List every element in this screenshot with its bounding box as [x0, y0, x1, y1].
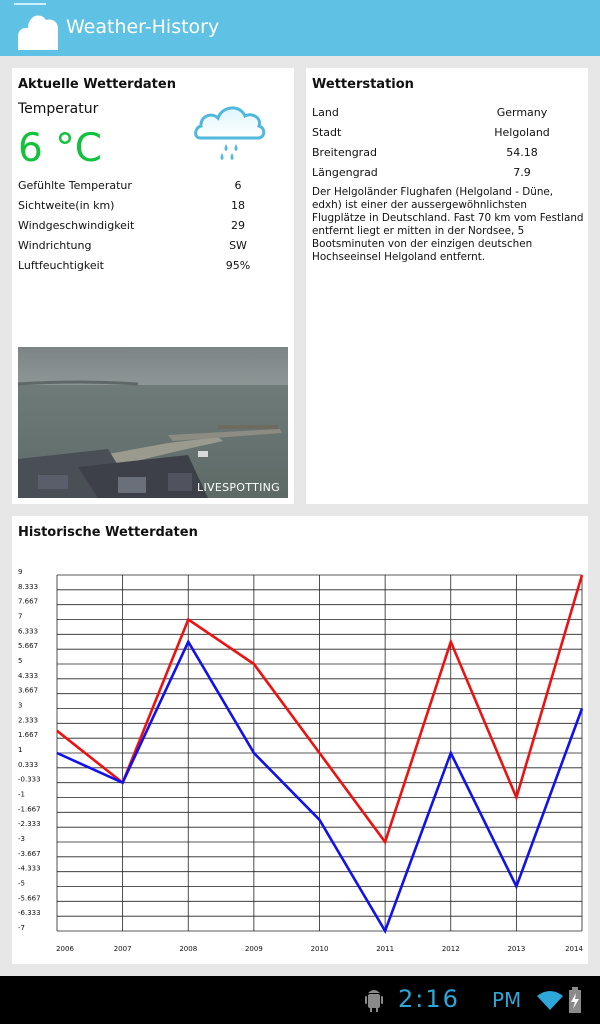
battery-charging-icon: [569, 987, 581, 1013]
y-tick-label: -5: [18, 880, 25, 888]
row-value: 95%: [225, 259, 251, 272]
row-label: Windrichtung: [18, 239, 92, 252]
y-tick-label: 7.667: [18, 598, 38, 606]
x-tick-label: 2010: [311, 945, 329, 953]
wifi-icon: [537, 991, 563, 1010]
row-label: Stadt: [312, 126, 342, 139]
row-label: Gefühlte Temperatur: [18, 179, 132, 192]
y-tick-label: -1: [18, 791, 25, 799]
y-tick-label: 1.667: [18, 731, 38, 739]
y-tick-label: -3: [18, 835, 25, 843]
row-label: Land: [312, 106, 339, 119]
x-tick-label: 2011: [376, 945, 394, 953]
row-value: 29: [231, 219, 245, 232]
weather-station-heading: Wetterstation: [312, 77, 414, 92]
y-tick-label: -4.333: [18, 865, 41, 873]
y-tick-label: -0.333: [18, 776, 41, 784]
row-longitude: Längengrad 7.9: [312, 166, 582, 186]
temperature-value: 6 °C: [18, 126, 102, 171]
x-tick-label: 2008: [179, 945, 197, 953]
y-tick-label: -5.667: [18, 894, 41, 902]
cloud-logo-icon[interactable]: [14, 14, 62, 52]
row-city: Stadt Helgoland: [312, 126, 582, 146]
temperature-label: Temperatur: [18, 101, 99, 117]
row-value: 54.18: [506, 146, 538, 159]
y-tick-label: 4.333: [18, 672, 38, 680]
y-tick-label: -2.333: [18, 820, 41, 828]
action-bar: Weather-History: [0, 0, 600, 56]
webcam-watermark: LIVESPOTTING: [197, 481, 280, 494]
row-label: Sichtweite(in km): [18, 199, 115, 212]
y-tick-label: -7: [18, 924, 25, 932]
current-weather-card: Aktuelle Wetterdaten Temperatur 6 °C Gef…: [12, 68, 294, 504]
cloud-rain-icon: [194, 106, 266, 160]
row-wind-direction: Windrichtung SW: [18, 239, 288, 259]
x-tick-label: 2007: [114, 945, 132, 953]
app-title: Weather-History: [66, 16, 220, 38]
x-tick-label: 2013: [507, 945, 525, 953]
row-value: Helgoland: [494, 126, 550, 139]
y-tick-label: -1.667: [18, 805, 41, 813]
y-tick-label: 8.333: [18, 583, 38, 591]
row-value: SW: [229, 239, 247, 252]
y-tick-label: 6.333: [18, 627, 38, 635]
webcam-image[interactable]: LIVESPOTTING: [18, 347, 288, 498]
x-tick-label: 2006: [56, 945, 74, 953]
y-tick-label: 5: [18, 657, 22, 665]
row-label: Windgeschwindigkeit: [18, 219, 135, 232]
row-humidity: Luftfeuchtigkeit 95%: [18, 259, 288, 279]
y-tick-label: 7: [18, 613, 22, 621]
row-wind-speed: Windgeschwindigkeit 29: [18, 219, 288, 239]
android-debug-icon: [365, 990, 383, 1012]
station-description: Der Helgoländer Flughafen (Helgoland - D…: [312, 186, 584, 263]
y-tick-label: 1: [18, 746, 22, 754]
row-value: 18: [231, 199, 245, 212]
history-line-chart: 9 8.333 7.667 7 6.333 5.667 5 4.333 3.667 3 2.333 1…: [18, 568, 583, 953]
row-value: 6: [234, 179, 242, 192]
row-value: Germany: [496, 106, 548, 119]
webcam-scene: [18, 347, 288, 498]
row-label: Breitengrad: [312, 146, 377, 159]
x-tick-label: 2012: [442, 945, 460, 953]
x-tick-label: 2009: [245, 945, 263, 953]
row-label: Längengrad: [312, 166, 378, 179]
history-card: Historische Wetterdaten 9 8.333 7.667 7 6.33…: [12, 516, 588, 964]
weather-station-card: Wetterstation Land Germany Stadt Helgola…: [306, 68, 588, 504]
row-latitude: Breitengrad 54.18: [312, 146, 582, 166]
row-felt-temperature: Gefühlte Temperatur 6: [18, 179, 288, 199]
y-tick-label: 3: [18, 702, 22, 710]
y-tick-label: -6.333: [18, 909, 41, 917]
y-tick-label: 9: [18, 568, 22, 576]
history-heading: Historische Wetterdaten: [18, 525, 198, 540]
x-tick-label: 2014: [565, 945, 583, 953]
row-country: Land Germany: [312, 106, 582, 126]
y-tick-label: 2.333: [18, 716, 38, 724]
actionbar-highlight: [14, 3, 46, 5]
y-tick-label: 0.333: [18, 761, 38, 769]
row-visibility: Sichtweite(in km) 18: [18, 199, 288, 219]
clock-time: 2:16: [398, 985, 460, 1013]
y-tick-label: 3.667: [18, 687, 38, 695]
clock-ampm: PM: [492, 988, 522, 1012]
y-tick-label: 5.667: [18, 642, 38, 650]
system-status-bar: 2:16 PM: [0, 976, 600, 1024]
row-label: Luftfeuchtigkeit: [18, 259, 104, 272]
current-weather-heading: Aktuelle Wetterdaten: [18, 77, 176, 92]
row-value: 7.9: [513, 166, 531, 179]
y-tick-label: -3.667: [18, 850, 41, 858]
